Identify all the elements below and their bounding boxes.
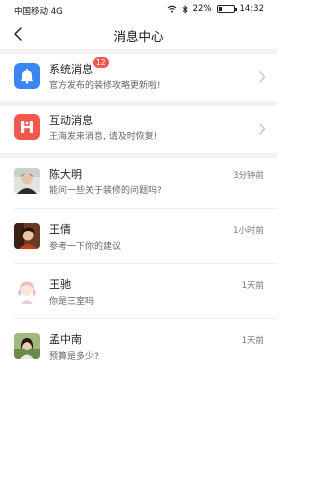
bell-icon	[14, 63, 40, 89]
message-time: 1天前	[241, 336, 264, 346]
chevron-right-icon	[259, 71, 266, 83]
battery-percent: 22%	[192, 4, 212, 14]
message-time: 3分钟前	[233, 171, 264, 181]
interaction-messages-title: 互动消息	[49, 114, 93, 127]
system-messages-title: 系统消息	[49, 63, 93, 76]
interaction-messages-row[interactable]: 互动消息 王海发来消息, 请及时恢复!	[0, 106, 277, 153]
avatar	[14, 333, 40, 359]
message-preview: 能问一些关于装修的问题吗?	[49, 186, 162, 196]
unread-badge: 12	[93, 57, 109, 68]
contact-name: 孟中南	[49, 333, 82, 346]
interaction-messages-subtitle: 王海发来消息, 请及时恢复!	[49, 132, 158, 142]
chevron-right-icon	[259, 123, 266, 135]
message-time: 1小时前	[233, 226, 264, 236]
carrier-label: 中国移动 4G	[14, 7, 63, 17]
message-preview: 预算是多少?	[49, 352, 99, 362]
avatar	[14, 223, 40, 249]
status-bar: 中国移动 4G 22% 14:32	[0, 0, 277, 20]
system-messages-subtitle: 官方发布的装修攻略更新啦!	[49, 81, 161, 91]
conversation-item[interactable]: 王倩 参考一下你的建议 1小时前	[0, 209, 277, 264]
interaction-icon	[14, 114, 40, 140]
battery-icon	[216, 5, 237, 13]
conversation-item[interactable]: 陈大明 能问一些关于装修的问题吗? 3分钟前	[0, 158, 277, 209]
conversation-item[interactable]: 王驰 你是三室吗 1天前	[0, 264, 277, 319]
contact-name: 王驰	[49, 278, 71, 291]
avatar	[14, 278, 40, 304]
avatar	[14, 168, 40, 194]
bluetooth-icon	[182, 4, 188, 14]
contact-name: 陈大明	[49, 168, 82, 181]
message-preview: 参考一下你的建议	[49, 242, 122, 252]
conversation-item[interactable]: 孟中南 预算是多少? 1天前	[0, 319, 277, 374]
message-time: 1天前	[241, 281, 264, 291]
clock: 14:32	[239, 4, 265, 14]
system-messages-row[interactable]: 系统消息 12 官方发布的装修攻略更新啦!	[0, 54, 277, 101]
navigation-bar: 消息中心	[0, 20, 277, 49]
contact-name: 王倩	[49, 223, 71, 236]
message-preview: 你是三室吗	[49, 297, 95, 307]
wifi-icon	[167, 5, 176, 13]
page-title: 消息中心	[113, 29, 164, 44]
